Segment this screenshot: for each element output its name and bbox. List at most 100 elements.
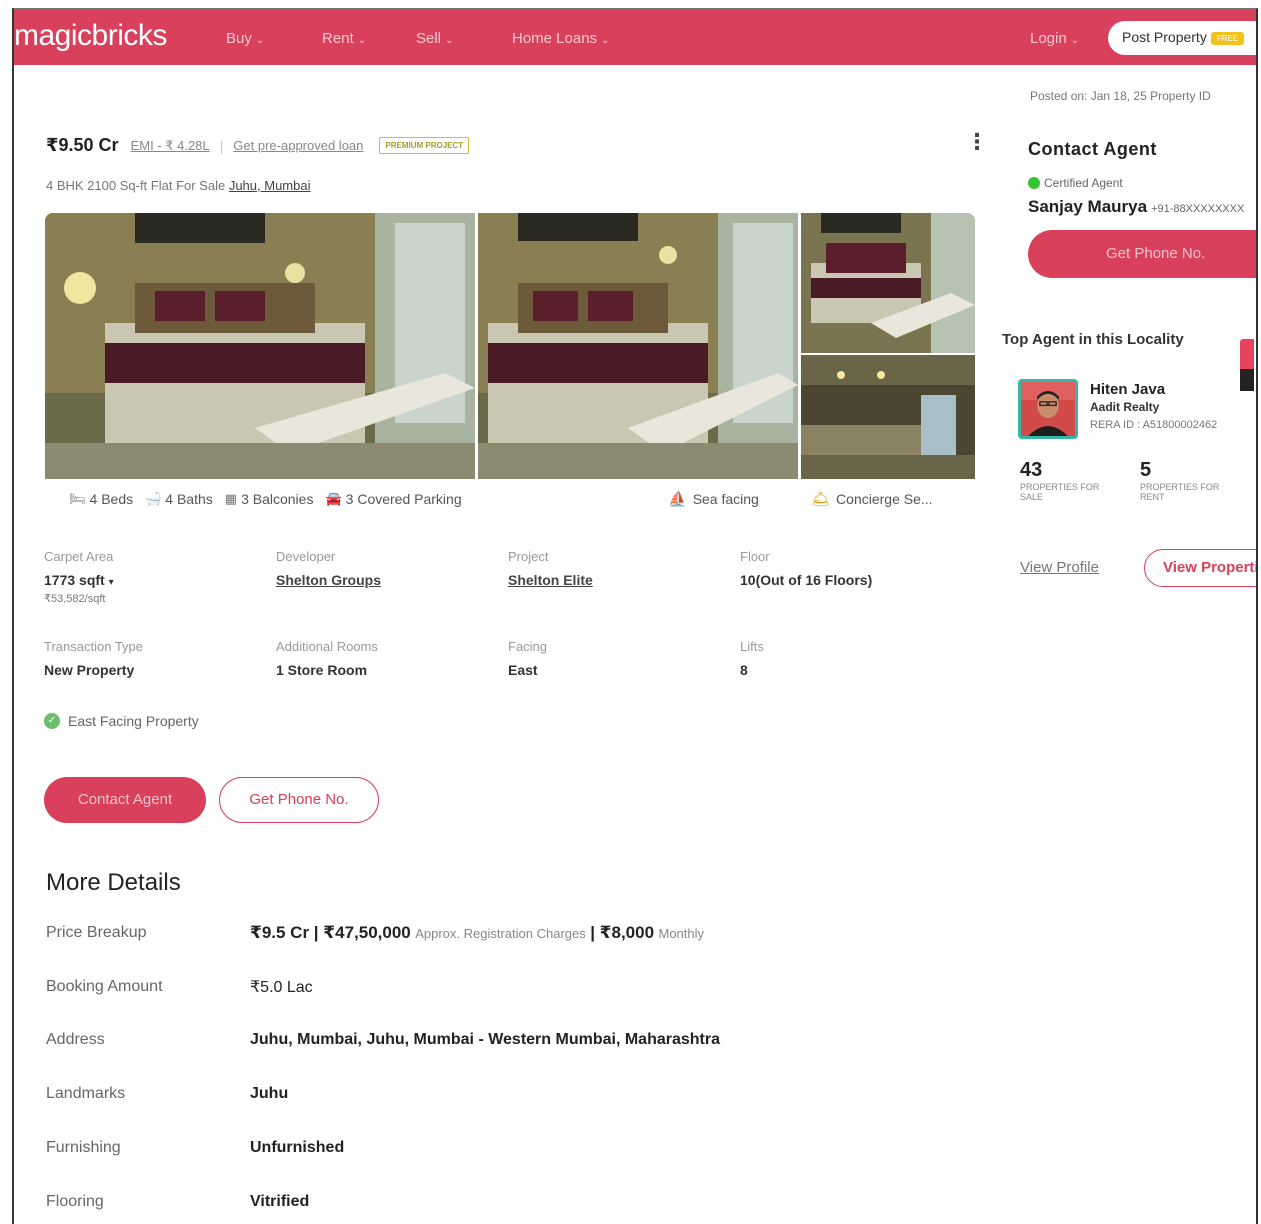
amenity-concierge: 🛎 Concierge Se...: [811, 490, 933, 508]
chevron-down-icon: ⌄: [445, 35, 454, 46]
stat-sale: 43 PROPERTIES FOR SALE: [1020, 459, 1100, 502]
gallery-photo-3[interactable]: [801, 213, 975, 353]
detail-furnishing: Furnishing Unfurnished: [46, 1139, 344, 1157]
sidebar-get-phone-button[interactable]: Get Phone No.: [1028, 230, 1256, 278]
monthly-value: | ₹8,000: [590, 923, 655, 942]
sale-count: 43: [1020, 459, 1043, 481]
top-agent-name: Hiten Java: [1090, 381, 1166, 398]
top-agent-firm: Aadit Realty: [1090, 400, 1160, 414]
preapproved-loan-link[interactable]: Get pre-approved loan: [233, 138, 363, 153]
nav-home-loans-label: Home Loans: [512, 30, 598, 47]
rent-count: 5: [1140, 459, 1152, 481]
spec-label: Facing: [508, 639, 548, 654]
agent-name: Sanjay Maurya +91-88XXXXXXXX: [1028, 197, 1244, 217]
view-profile-link[interactable]: View Profile: [1020, 559, 1099, 576]
nav-buy-label: Buy: [226, 30, 252, 47]
avatar[interactable]: [1018, 379, 1078, 439]
spec-transaction-type: Transaction Type New Property: [44, 639, 143, 678]
contact-agent-button[interactable]: Contact Agent: [44, 777, 206, 823]
spec-value[interactable]: 1773 sqft ▾: [44, 572, 114, 588]
bath-icon: 🛁: [145, 491, 162, 506]
check-icon: ✓: [44, 713, 60, 729]
spec-carpet-area: Carpet Area 1773 sqft ▾ ₹53,582/sqft: [44, 549, 114, 605]
bedroom-photo: [801, 213, 975, 353]
spec-label: Transaction Type: [44, 639, 143, 654]
spec-value: 8: [740, 662, 748, 678]
gallery-photo-2[interactable]: [478, 213, 798, 479]
feature-label: East Facing Property: [68, 713, 199, 729]
sea-facing-label: Sea facing: [692, 491, 759, 507]
detail-value: ₹5.0 Lac: [250, 979, 313, 996]
locality-link[interactable]: Juhu, Mumbai: [229, 178, 311, 193]
emi-link[interactable]: EMI - ₹ 4.28L: [131, 138, 210, 154]
detail-value: Juhu, Mumbai, Juhu, Mumbai - Western Mum…: [250, 1031, 720, 1048]
bedroom-photo: [45, 213, 475, 479]
spec-value: 10(Out of 16 Floors): [740, 572, 873, 588]
carpet-rate: ₹53,582/sqft: [44, 593, 106, 605]
photo-gallery: 🛏 4 Beds 🛁 4 Baths ▦ 3 Balconies 🚘 3 Covered…: [45, 213, 975, 509]
carpet-value: 1773 sqft: [44, 572, 105, 588]
detail-value: Juhu: [250, 1085, 289, 1102]
kitchen-photo: [801, 355, 975, 479]
top-agent-heading: Top Agent in this Locality: [1002, 331, 1184, 348]
spec-value: 1 Store Room: [276, 662, 368, 678]
detail-label: Furnishing: [46, 1139, 121, 1156]
price-breakup-value: ₹9.5 Cr | ₹47,50,000: [250, 923, 411, 942]
spec-label: Floor: [740, 549, 770, 564]
project-link[interactable]: Shelton Elite: [508, 572, 593, 588]
detail-value: Unfurnished: [250, 1139, 345, 1156]
amenity-baths: 🛁 4 Baths: [145, 491, 213, 507]
get-phone-button[interactable]: Get Phone No.: [219, 777, 379, 823]
top-navbar: magicbricks Buy ⌄ Rent ⌄ Sell ⌄ Home Loans ⌄…: [14, 9, 1256, 65]
spec-label: Carpet Area: [44, 549, 114, 564]
detail-label: Price Breakup: [46, 924, 147, 941]
nav-buy[interactable]: Buy ⌄: [226, 30, 264, 47]
certified-label: Certified Agent: [1044, 176, 1123, 190]
detail-label: Landmarks: [46, 1085, 126, 1102]
more-options-icon[interactable]: ⋮: [966, 129, 988, 155]
premium-project-badge: PREMIUM PROJECT: [379, 137, 470, 154]
concierge-label: Concierge Se...: [836, 491, 933, 507]
view-properties-button[interactable]: View Properties: [1144, 549, 1256, 587]
parking-label: 3 Covered Parking: [345, 491, 462, 507]
amenity-balconies: ▦ 3 Balconies: [225, 491, 314, 507]
detail-label: Flooring: [46, 1193, 104, 1210]
spec-floor: Floor 10(Out of 16 Floors): [740, 549, 872, 588]
certified-agent-badge: Certified Agent: [1028, 176, 1123, 190]
detail-landmarks: Landmarks Juhu: [46, 1085, 288, 1103]
divider: |: [219, 137, 224, 154]
gallery-photo-1[interactable]: [45, 213, 475, 479]
gallery-photo-4[interactable]: [801, 355, 975, 479]
agent-phone: +91-88XXXXXXXX: [1151, 203, 1245, 215]
nav-sell-label: Sell: [416, 30, 442, 47]
spec-label: Developer: [276, 549, 336, 564]
post-property-button[interactable]: Post Property FREE: [1108, 21, 1256, 55]
spec-additional-rooms: Additional Rooms 1 Store Room: [276, 639, 378, 678]
nav-rent[interactable]: Rent ⌄: [322, 30, 366, 47]
spec-value: New Property: [44, 662, 135, 678]
nav-sell[interactable]: Sell ⌄: [416, 30, 453, 47]
developer-link[interactable]: Shelton Groups: [276, 572, 381, 588]
nav-rent-label: Rent: [322, 30, 354, 47]
detail-flooring: Flooring Vitrified: [46, 1193, 309, 1211]
more-details-title: More Details: [46, 869, 181, 896]
baths-label: 4 Baths: [165, 491, 213, 507]
spec-lifts: Lifts 8: [740, 639, 764, 678]
agent-name-text: Sanjay Maurya: [1028, 197, 1148, 216]
detail-address: Address Juhu, Mumbai, Juhu, Mumbai - Wes…: [46, 1031, 720, 1049]
balcony-icon: ▦: [224, 491, 238, 506]
listing-type: 4 BHK 2100 Sq-ft Flat For Sale: [46, 178, 226, 193]
chevron-down-icon: ⌄: [601, 35, 610, 46]
nav-login[interactable]: Login ⌄: [1030, 30, 1079, 47]
magicbricks-logo[interactable]: magicbricks: [14, 19, 167, 53]
nav-home-loans[interactable]: Home Loans ⌄: [512, 30, 609, 47]
free-tag: FREE: [1210, 31, 1245, 45]
top-agent-rera: RERA ID : A51800002462: [1090, 419, 1218, 431]
spec-developer: Developer Shelton Groups: [276, 549, 381, 588]
beds-label: 4 Beds: [89, 491, 134, 507]
amenity-parking: 🚘 3 Covered Parking: [325, 491, 461, 507]
concierge-icon: 🛎: [811, 491, 831, 508]
detail-value: ₹9.5 Cr | ₹47,50,000 Approx. Registratio…: [250, 923, 704, 943]
floating-badge-shadow: [1240, 369, 1254, 391]
detail-booking-amount: Booking Amount ₹5.0 Lac: [46, 977, 313, 997]
